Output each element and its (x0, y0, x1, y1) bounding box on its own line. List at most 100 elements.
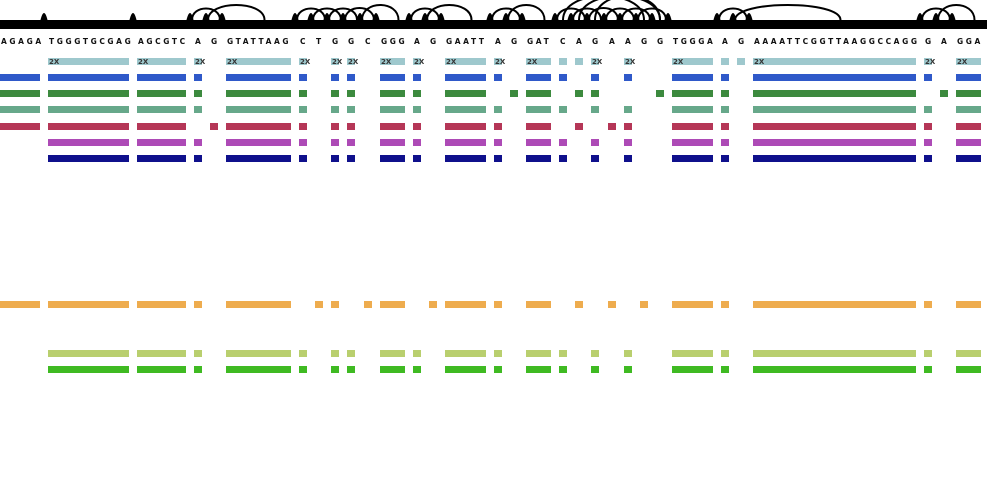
path-segment[interactable] (753, 301, 916, 308)
path-segment[interactable] (137, 155, 186, 162)
path-segment[interactable] (656, 90, 664, 97)
path-segment[interactable] (226, 90, 291, 97)
sequence-graph-viewer[interactable]: AGAGA TGGGTGCGAG AGCGTC A G GTATTAAG C T G G C GGG A… (0, 0, 987, 487)
path-track[interactable] (0, 90, 981, 97)
path-segment[interactable] (347, 106, 355, 113)
path-segment[interactable] (559, 366, 567, 373)
path-track[interactable] (0, 301, 981, 308)
path-segment[interactable] (753, 155, 916, 162)
path-segment[interactable] (380, 90, 405, 97)
path-segment[interactable] (48, 90, 129, 97)
path-segment[interactable] (737, 58, 745, 65)
path-segment[interactable] (380, 350, 405, 357)
path-segment[interactable] (624, 366, 632, 373)
path-segment[interactable] (347, 74, 355, 81)
path-track[interactable] (48, 366, 981, 373)
path-segment[interactable] (347, 366, 355, 373)
path-track[interactable] (48, 58, 981, 65)
path-segment[interactable] (753, 139, 916, 146)
path-segment[interactable] (575, 123, 583, 130)
path-segment[interactable] (137, 106, 186, 113)
path-segment[interactable] (924, 301, 932, 308)
path-segment[interactable] (591, 155, 599, 162)
path-segment[interactable] (137, 350, 186, 357)
path-segment[interactable] (299, 350, 307, 357)
path-segment[interactable] (624, 106, 632, 113)
path-segment[interactable] (526, 350, 551, 357)
path-segment[interactable] (48, 74, 129, 81)
path-segment[interactable] (226, 155, 291, 162)
path-segment[interactable] (194, 139, 202, 146)
path-segment[interactable] (721, 74, 729, 81)
path-segment[interactable] (956, 74, 981, 81)
path-segment[interactable] (721, 301, 729, 308)
path-segment[interactable] (331, 139, 339, 146)
path-segment[interactable] (380, 106, 405, 113)
path-segment[interactable] (413, 106, 421, 113)
path-track[interactable] (0, 106, 981, 113)
path-segment[interactable] (494, 350, 502, 357)
path-segment[interactable] (445, 155, 486, 162)
path-track[interactable] (0, 123, 981, 130)
path-segment[interactable] (413, 155, 421, 162)
path-segment[interactable] (956, 139, 981, 146)
path-segment[interactable] (721, 58, 729, 65)
path-segment[interactable] (575, 90, 583, 97)
path-segment[interactable] (445, 366, 486, 373)
path-segment[interactable] (413, 90, 421, 97)
path-segment[interactable] (413, 350, 421, 357)
path-segment[interactable] (226, 366, 291, 373)
path-segment[interactable] (672, 123, 713, 130)
path-segment[interactable] (226, 139, 291, 146)
path-segment[interactable] (672, 155, 713, 162)
path-segment[interactable] (924, 123, 932, 130)
path-segment[interactable] (559, 350, 567, 357)
path-segment[interactable] (640, 301, 648, 308)
path-track[interactable] (0, 74, 981, 81)
path-segment[interactable] (48, 58, 129, 65)
path-segment[interactable] (753, 58, 916, 65)
path-segment[interactable] (0, 123, 40, 130)
path-segment[interactable] (494, 106, 502, 113)
path-segment[interactable] (672, 74, 713, 81)
path-segment[interactable] (226, 123, 291, 130)
path-segment[interactable] (526, 301, 551, 308)
path-segment[interactable] (331, 350, 339, 357)
path-segment[interactable] (526, 366, 551, 373)
path-segment[interactable] (137, 90, 186, 97)
path-segment[interactable] (413, 139, 421, 146)
path-segment[interactable] (721, 90, 729, 97)
path-segment[interactable] (494, 74, 502, 81)
path-segment[interactable] (924, 350, 932, 357)
path-segment[interactable] (591, 139, 599, 146)
path-segment[interactable] (299, 90, 307, 97)
path-segment[interactable] (299, 139, 307, 146)
path-segment[interactable] (347, 90, 355, 97)
path-segment[interactable] (137, 139, 186, 146)
path-segment[interactable] (331, 74, 339, 81)
path-segment[interactable] (445, 106, 486, 113)
path-segment[interactable] (559, 74, 567, 81)
path-segment[interactable] (924, 106, 932, 113)
path-segment[interactable] (956, 366, 981, 373)
path-segment[interactable] (672, 139, 713, 146)
path-segment[interactable] (624, 74, 632, 81)
path-segment[interactable] (956, 123, 981, 130)
path-segment[interactable] (526, 155, 551, 162)
path-segment[interactable] (226, 74, 291, 81)
path-segment[interactable] (48, 155, 129, 162)
path-segment[interactable] (608, 123, 616, 130)
path-segment[interactable] (753, 366, 916, 373)
path-segment[interactable] (299, 123, 307, 130)
path-segment[interactable] (194, 350, 202, 357)
path-segment[interactable] (299, 155, 307, 162)
path-segment[interactable] (526, 74, 551, 81)
path-segment[interactable] (494, 301, 502, 308)
path-segment[interactable] (331, 155, 339, 162)
path-segment[interactable] (575, 58, 583, 65)
path-track[interactable] (48, 350, 981, 357)
path-segment[interactable] (753, 106, 916, 113)
path-segment[interactable] (559, 106, 567, 113)
path-segment[interactable] (624, 139, 632, 146)
path-segment[interactable] (721, 366, 729, 373)
